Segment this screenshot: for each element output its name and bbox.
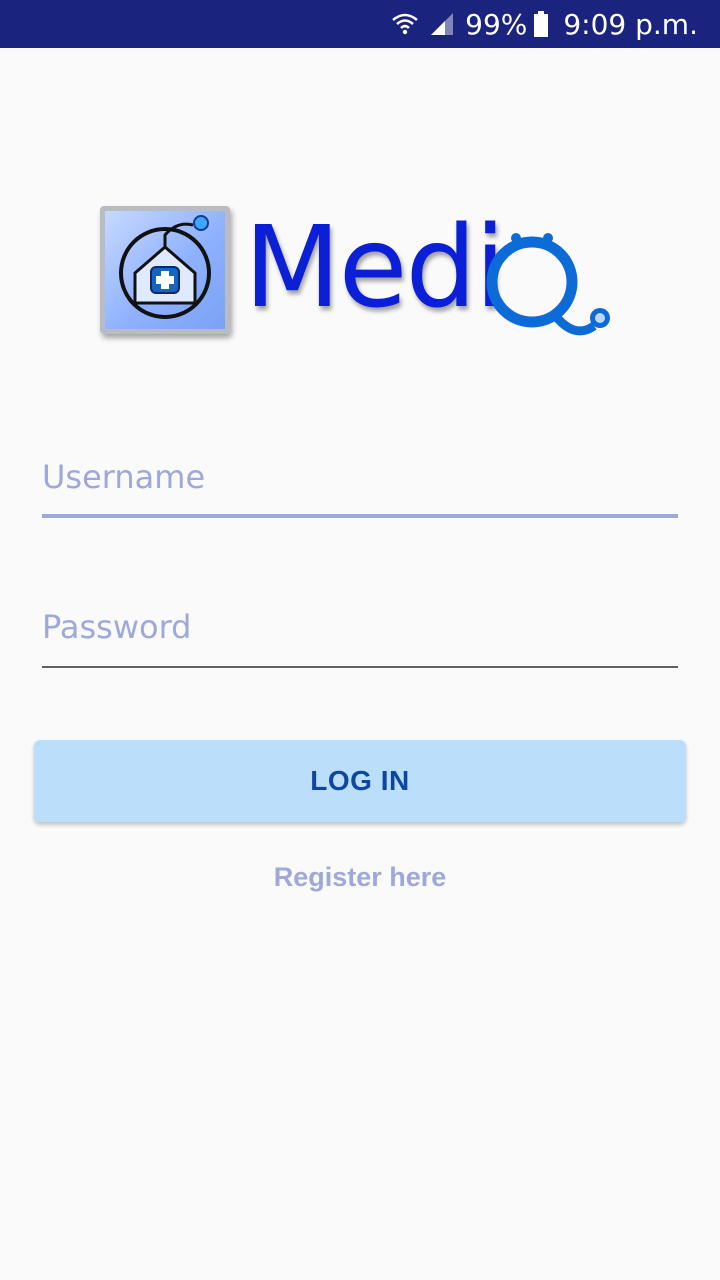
clock: 9:09 p.m. bbox=[563, 7, 698, 41]
username-field[interactable] bbox=[42, 446, 678, 518]
login-button[interactable]: LOG IN bbox=[34, 740, 686, 822]
battery-icon bbox=[533, 11, 549, 37]
app-logo: Medi bbox=[96, 202, 626, 352]
logo-emblem bbox=[100, 206, 230, 334]
wifi-icon bbox=[391, 11, 419, 37]
register-link[interactable]: Register here bbox=[0, 862, 720, 893]
password-input[interactable] bbox=[42, 596, 678, 658]
password-field[interactable] bbox=[42, 596, 678, 668]
logo-wordmark: Medi bbox=[244, 203, 506, 333]
signal-icon bbox=[429, 11, 455, 37]
password-underline bbox=[42, 666, 678, 668]
stethoscope-icon bbox=[476, 222, 626, 357]
battery-percent: 99% bbox=[465, 7, 528, 41]
username-underline bbox=[42, 514, 678, 518]
status-bar: 99% 9:09 p.m. bbox=[0, 0, 720, 48]
username-input[interactable] bbox=[42, 446, 678, 508]
